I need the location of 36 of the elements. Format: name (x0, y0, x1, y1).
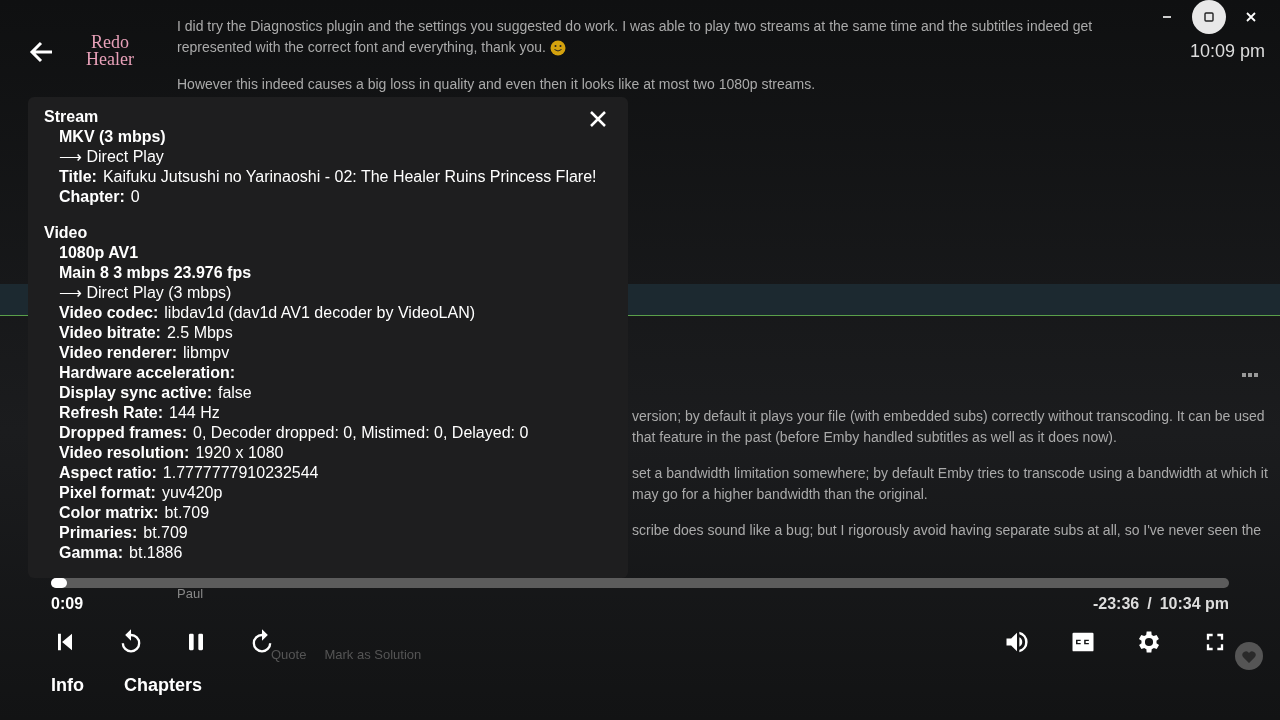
reply-paragraph: set a bandwidth limitation somewhere; by default Emby tries to transcode using a bandwidth at which it may go for a higher bandwidth than the original. (632, 464, 1269, 504)
stats-line: Display sync active: false (58, 383, 253, 403)
player-tab[interactable]: Chapters (124, 675, 203, 696)
player-tab[interactable]: Info (51, 675, 84, 696)
end-time: 10:34 pm (1159, 595, 1229, 613)
post-paragraph: I did try the Diagnostics plugin and the settings you suggested do work. I was able to play two streams at the same time and the subtitles indeed get represented with the correct font and everything, thank you. (177, 17, 1094, 58)
stats-line: ⟶ Direct Play (58, 147, 165, 167)
signature: Paul (177, 586, 204, 601)
remaining-time: -23:36 (1092, 595, 1140, 613)
post-paragraph: However this indeed causes a big loss in quality and even then it looks like at most two 1080p streams. (177, 75, 817, 94)
stats-line: MKV (3 mbps) (58, 127, 167, 147)
stats-line: Refresh Rate: 144 Hz (58, 403, 221, 423)
time-separator: / (1147, 595, 1152, 613)
stats-line: Pixel format: yuv420p (58, 483, 224, 503)
stats-line: Hardware acceleration: (58, 363, 237, 383)
stats-section-heading: Stream (44, 107, 99, 127)
stats-line: Gamma: bt.1886 (58, 543, 184, 563)
stats-line: Title: Kaifuku Jutsushi no Yarinaoshi - 02: The Healer Ruins Princess Flare! (58, 167, 598, 187)
clock: 10:09 pm (1189, 41, 1265, 62)
stats-line: Color matrix: bt.709 (58, 503, 211, 523)
stats-line: Video bitrate: 2.5 Mbps (58, 323, 234, 343)
stats-line: Aspect ratio: 1.7777777910232544 (58, 463, 320, 483)
stats-line: Dropped frames: 0, Decoder dropped: 0, Mistimed: 0, Delayed: 0 (58, 423, 530, 443)
stats-line: ⟶ Direct Play (3 mbps) (58, 283, 233, 303)
stats-section-heading: Video (44, 223, 88, 243)
reply-paragraph: scribe does sound like a bug; but I rigorously avoid having separate subs at all, so I've never seen the (632, 521, 1263, 540)
elapsed-time: 0:09 (51, 595, 84, 613)
show-logo: Redo Healer (86, 34, 134, 68)
stats-line: 1080p AV1 (58, 243, 140, 263)
stats-line: Video renderer: libmpv (58, 343, 231, 363)
stats-line: Video resolution: 1920 x 1080 (58, 443, 285, 463)
stats-line: Primaries: bt.709 (58, 523, 189, 543)
stats-line: Video codec: libdav1d (dav1d AV1 decoder by VideoLAN) (58, 303, 477, 323)
stats-line: Chapter: 0 (58, 187, 141, 207)
stats-line: Main 8 3 mbps 23.976 fps (58, 263, 253, 283)
reply-paragraph: version; by default it plays your file (with embedded subs) correctly without transcoding. It can be used that feature in the past (before Emby handled subtitles as well as it does now). (632, 407, 1266, 447)
